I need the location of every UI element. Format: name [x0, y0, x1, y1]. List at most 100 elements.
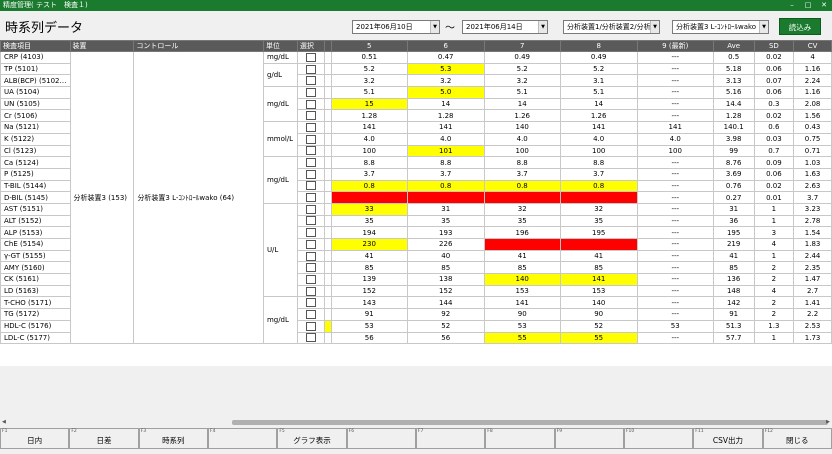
col-header-run-7[interactable]: 7: [483, 40, 561, 52]
fkey-f11-button[interactable]: F11 CSV出力: [693, 428, 763, 449]
value-cell[interactable]: ---: [636, 296, 714, 310]
value-cell[interactable]: 33: [330, 202, 408, 216]
fkey-f4-button[interactable]: F4: [207, 428, 278, 449]
fkey-f3-button[interactable]: F3 時系列: [138, 428, 208, 449]
value-cell[interactable]: 91: [330, 308, 408, 321]
value-cell[interactable]: 196: [483, 226, 561, 239]
value-cell[interactable]: 0.3: [483, 191, 561, 204]
value-cell[interactable]: 230: [330, 238, 408, 251]
value-cell[interactable]: 144: [406, 296, 485, 310]
date-from-select[interactable]: 2021年06月10日 ▼: [352, 20, 440, 34]
fkey-f5-button[interactable]: F5 グラフ表示: [277, 428, 347, 449]
value-cell[interactable]: 152: [330, 284, 408, 298]
select-cell[interactable]: [296, 214, 325, 228]
value-cell[interactable]: ---: [636, 331, 714, 345]
value-cell[interactable]: 0.8: [406, 179, 485, 193]
value-cell[interactable]: 35: [406, 214, 485, 228]
value-cell[interactable]: 41: [559, 249, 638, 263]
value-cell[interactable]: 85: [406, 261, 485, 275]
select-cell[interactable]: [296, 319, 325, 333]
value-cell[interactable]: 53: [483, 319, 561, 333]
value-cell[interactable]: 195: [559, 226, 638, 239]
close-icon[interactable]: ✕: [816, 0, 832, 11]
value-cell[interactable]: ---: [636, 86, 714, 99]
value-cell[interactable]: 140: [483, 273, 561, 286]
col-header-item[interactable]: 検査項目: [0, 40, 71, 52]
value-cell[interactable]: ---: [636, 226, 714, 239]
value-cell[interactable]: ---: [636, 109, 714, 123]
value-cell[interactable]: 0.3: [406, 191, 485, 204]
value-cell[interactable]: ---: [636, 62, 714, 76]
select-cell[interactable]: [296, 249, 325, 263]
select-checkbox[interactable]: [305, 87, 316, 97]
value-cell[interactable]: 56: [406, 331, 485, 345]
select-cell[interactable]: [296, 167, 325, 181]
value-cell[interactable]: ---: [636, 179, 714, 193]
value-cell[interactable]: 141: [636, 121, 714, 134]
value-cell[interactable]: 5.1: [330, 86, 408, 99]
fkey-f2-button[interactable]: F2 日差: [69, 428, 139, 449]
value-cell[interactable]: 35: [330, 214, 408, 228]
select-checkbox[interactable]: [305, 333, 316, 343]
value-cell[interactable]: 3.7: [483, 167, 561, 181]
col-header-control[interactable]: コントロール: [133, 40, 264, 52]
maximize-icon[interactable]: □: [800, 0, 816, 11]
select-cell[interactable]: [296, 51, 325, 64]
value-cell[interactable]: 3.1: [559, 74, 638, 88]
value-cell[interactable]: 4.0: [483, 132, 561, 146]
value-cell[interactable]: ---: [636, 51, 714, 64]
col-header-run-8[interactable]: 8: [559, 40, 638, 52]
value-cell[interactable]: 15: [330, 97, 408, 111]
value-cell[interactable]: 14: [406, 97, 485, 111]
value-cell[interactable]: 0.3: [559, 191, 638, 204]
value-cell[interactable]: ---: [636, 97, 714, 111]
value-cell[interactable]: 8.8: [406, 156, 485, 169]
value-cell[interactable]: 90: [559, 308, 638, 321]
value-cell[interactable]: 0.8: [559, 179, 638, 193]
value-cell[interactable]: 41: [330, 249, 408, 263]
col-header-select[interactable]: 選択: [296, 40, 325, 52]
value-cell[interactable]: 229: [483, 238, 561, 251]
value-cell[interactable]: 100: [330, 144, 408, 158]
value-cell[interactable]: 14: [559, 97, 638, 111]
value-cell[interactable]: 194: [330, 226, 408, 239]
value-cell[interactable]: 153: [559, 284, 638, 298]
value-cell[interactable]: 3.7: [406, 167, 485, 181]
value-cell[interactable]: 226: [406, 238, 485, 251]
scroll-left-icon[interactable]: ◀: [2, 418, 6, 427]
select-cell[interactable]: [296, 156, 325, 169]
select-cell[interactable]: [296, 308, 325, 321]
col-header-run-6[interactable]: 6: [406, 40, 485, 52]
value-cell[interactable]: 35: [559, 214, 638, 228]
select-cell[interactable]: [296, 331, 325, 345]
value-cell[interactable]: 0.3: [330, 191, 408, 204]
value-cell[interactable]: ---: [636, 284, 714, 298]
value-cell[interactable]: 143: [330, 296, 408, 310]
select-cell[interactable]: [296, 97, 325, 111]
select-checkbox[interactable]: [305, 321, 316, 331]
value-cell[interactable]: 141: [559, 121, 638, 134]
value-cell[interactable]: 0.49: [483, 51, 561, 64]
select-cell[interactable]: [296, 202, 325, 216]
value-cell[interactable]: 85: [483, 261, 561, 275]
fkey-f12-button[interactable]: F12 閉じる: [762, 428, 832, 449]
value-cell[interactable]: 3.7: [559, 167, 638, 181]
select-cell[interactable]: [296, 238, 325, 251]
select-cell[interactable]: [296, 226, 325, 239]
value-cell[interactable]: ---: [636, 74, 714, 88]
select-checkbox[interactable]: [305, 111, 316, 121]
select-cell[interactable]: [296, 296, 325, 310]
value-cell[interactable]: 3.2: [406, 74, 485, 88]
select-cell[interactable]: [296, 179, 325, 193]
select-checkbox[interactable]: [305, 158, 316, 168]
select-checkbox[interactable]: [305, 193, 316, 203]
col-header-sd[interactable]: SD: [753, 40, 795, 52]
value-cell[interactable]: 32: [483, 202, 561, 216]
value-cell[interactable]: 52: [559, 319, 638, 333]
value-cell[interactable]: 8.8: [483, 156, 561, 169]
col-header-unit[interactable]: 単位: [262, 40, 298, 52]
select-checkbox[interactable]: [305, 99, 316, 109]
col-header-cv[interactable]: CV: [793, 40, 832, 52]
value-cell[interactable]: 1.26: [483, 109, 561, 123]
fkey-f6-button[interactable]: F6: [346, 428, 416, 449]
